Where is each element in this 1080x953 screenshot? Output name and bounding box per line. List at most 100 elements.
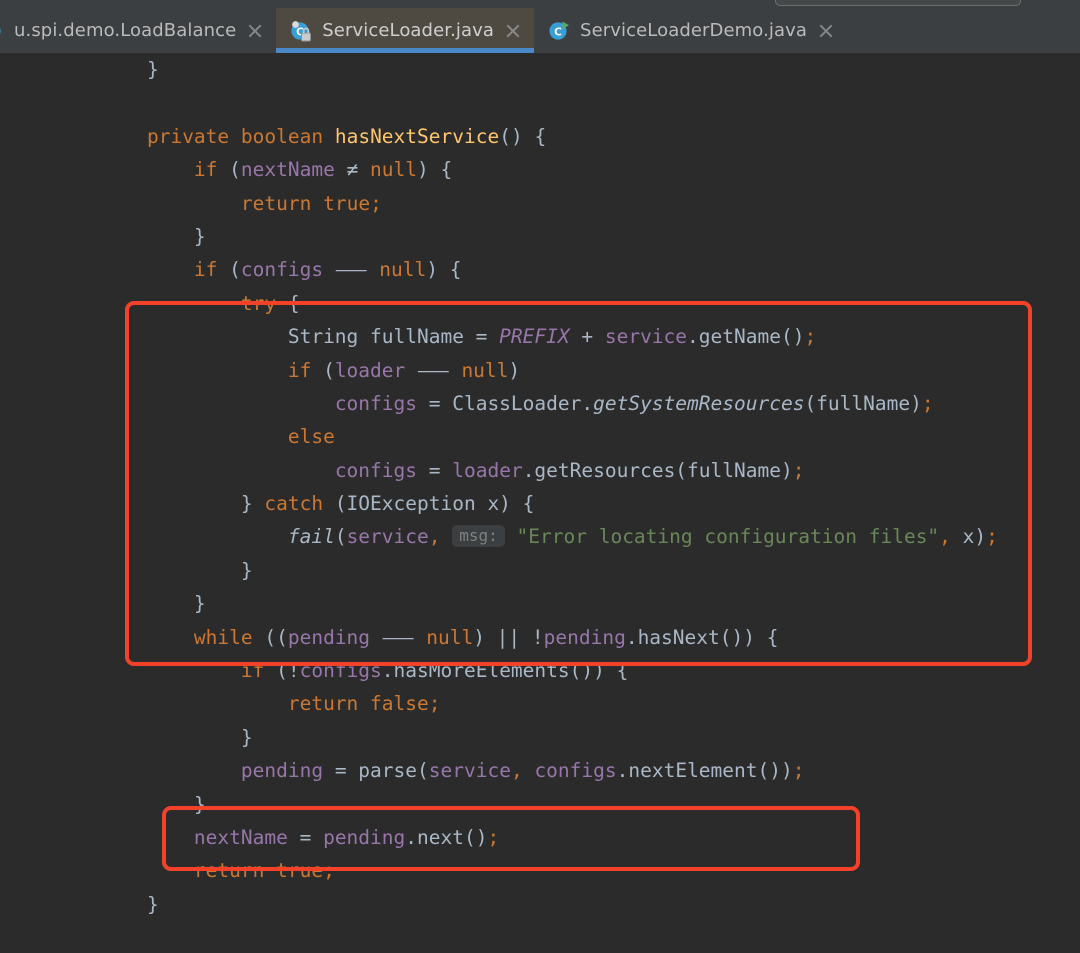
code-token-txt: = parse(	[323, 759, 429, 783]
code-token-txt: ((	[252, 625, 288, 649]
code-token-txt: ) {	[426, 258, 462, 282]
code-line[interactable]	[0, 86, 998, 119]
code-token-semi: ;	[986, 525, 998, 549]
code-line[interactable]: pending = parse(service, configs.nextEle…	[0, 754, 998, 787]
code-token-semi: ;	[792, 759, 805, 783]
editor-tab-1[interactable]: C ServiceLoader.java	[276, 8, 535, 53]
code-line[interactable]: }	[0, 554, 998, 587]
code-line[interactable]: configs = loader.getResources(fullName);	[0, 454, 998, 487]
code-line[interactable]: }	[0, 888, 998, 921]
code-line[interactable]: String fullName = PREFIX + service.getNa…	[0, 320, 998, 353]
code-token-semi: ;	[792, 458, 805, 482]
code-token-kw: false	[370, 692, 429, 716]
code-line[interactable]: try {	[0, 287, 998, 320]
code-token-fld: configs	[334, 391, 417, 415]
source-code[interactable]: } private boolean hasNextService() { if …	[0, 53, 998, 921]
code-token-txt: x)	[950, 525, 987, 549]
code-editor[interactable]: } private boolean hasNextService() { if …	[0, 53, 1080, 953]
svg-text:C: C	[554, 26, 562, 38]
code-token-kw: null	[379, 258, 427, 282]
code-token-kw: return	[240, 191, 312, 215]
code-token-fld: pending	[323, 825, 406, 849]
close-icon[interactable]	[246, 22, 264, 40]
parameter-hint[interactable]: msg:	[452, 525, 505, 548]
code-token-fld: loader	[334, 358, 406, 382]
code-line[interactable]: nextName = pending.next();	[0, 821, 998, 854]
code-line[interactable]: if (!configs.hasMoreElements()) {	[0, 654, 998, 687]
code-token-txt: (IOException x) {	[323, 492, 535, 516]
code-token-fld: loader	[452, 458, 523, 482]
code-token-txt: (	[217, 158, 241, 182]
code-line[interactable]: if (loader ⸺ null)	[0, 354, 998, 387]
code-token-txt: ≠	[334, 158, 371, 182]
code-line[interactable]: if (configs ⸺ null) {	[0, 253, 998, 286]
code-line[interactable]: }	[0, 53, 998, 86]
code-line[interactable]: else	[0, 420, 998, 453]
editor-tab-label: ServiceLoaderDemo.java	[580, 20, 808, 41]
code-line[interactable]: while ((pending ⸺ null) || !pending.hasN…	[0, 621, 998, 654]
code-line[interactable]: return true;	[0, 187, 998, 220]
code-line[interactable]: return false;	[0, 687, 998, 720]
editor-tab-2[interactable]: C ServiceLoaderDemo.java	[534, 8, 847, 53]
code-token-txt: .next()	[405, 825, 488, 849]
code-line[interactable]: private boolean hasNextService() {	[0, 120, 998, 153]
code-token-kw: true	[323, 191, 371, 215]
code-line[interactable]: }	[0, 788, 998, 821]
code-token-sfld: PREFIX	[499, 325, 570, 349]
search-input[interactable]	[775, 0, 1021, 6]
close-icon[interactable]	[504, 22, 522, 40]
code-token-semi: ,	[939, 525, 951, 549]
code-token-fld: configs	[240, 258, 324, 282]
code-line[interactable]: return true;	[0, 854, 998, 887]
editor-tab-0[interactable]: Cu.spi.demo.LoadBalance	[0, 8, 276, 53]
code-token-txt: }	[240, 725, 253, 749]
code-line[interactable]: } catch (IOException x) {	[0, 487, 998, 520]
code-token-txt: =	[287, 825, 324, 849]
code-token-semi: ;	[804, 325, 817, 349]
code-token-kw: if	[193, 158, 218, 182]
code-token-fld: nextName	[193, 825, 288, 849]
code-token-kw: if	[193, 258, 218, 282]
code-token-txt: ) {	[417, 158, 453, 182]
code-token-fld: pending	[240, 759, 324, 783]
code-line[interactable]: }	[0, 587, 998, 620]
code-token-txt: (!	[264, 659, 300, 683]
code-line[interactable]: fail(service, msg: "Error locating confi…	[0, 520, 998, 553]
code-token-kw: if	[240, 659, 265, 683]
java-class-readonly-icon: C	[290, 20, 312, 42]
code-line[interactable]: configs = ClassLoader.getSystemResources…	[0, 387, 998, 420]
code-token-fld: nextName	[240, 158, 335, 182]
code-line[interactable]: }	[0, 220, 998, 253]
close-icon[interactable]	[817, 22, 835, 40]
code-token-semi: ,	[510, 759, 523, 783]
code-token-kw: while	[193, 625, 253, 649]
code-token-txt: .getName()	[687, 325, 805, 349]
code-token-txt: ) || !	[473, 625, 544, 649]
code-token-semi: ;	[487, 825, 500, 849]
code-token-txt: }	[193, 224, 206, 248]
code-line[interactable]: }	[0, 721, 998, 754]
code-token-smth: fail	[287, 525, 335, 549]
code-line[interactable]: if (nextName ≠ null) {	[0, 153, 998, 186]
code-token-txt: =	[417, 458, 453, 482]
code-token-txt: () {	[499, 124, 547, 148]
code-token-txt: {	[276, 291, 300, 315]
code-token-kw: return	[193, 859, 265, 883]
